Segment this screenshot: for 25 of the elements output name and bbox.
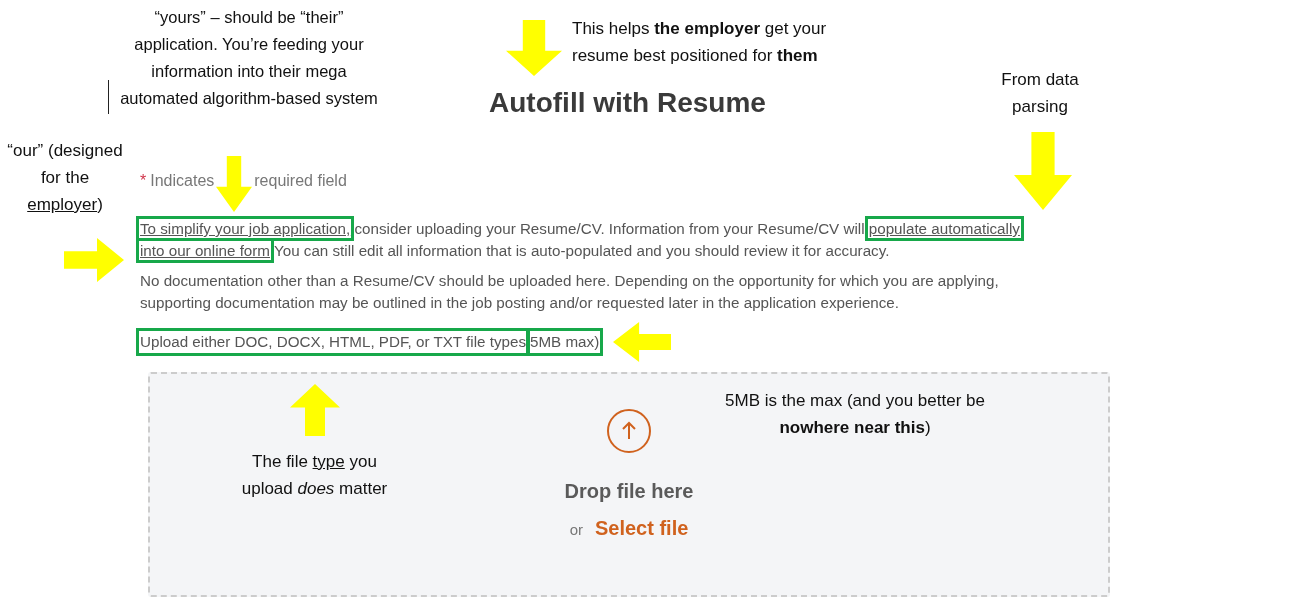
arrow-icon bbox=[290, 384, 340, 436]
divider-line bbox=[108, 80, 109, 114]
annotation-text: 5MB is the max (and you better be nowhere near this) bbox=[724, 390, 986, 439]
notice-text: No documentation other than a Resume/CV should be uploaded here. Depending on the opportunity for which you are applying, bbox=[140, 272, 1000, 290]
annotation-text: This helps the employer get your resume best positioned for them bbox=[572, 18, 828, 67]
or-text: or bbox=[569, 521, 583, 538]
annotation-text: “yours” – should be “their” application. You’re feeding your information into their mega automated algorithm-based system bbox=[119, 7, 379, 109]
required-note: Indicates bbox=[150, 172, 215, 190]
arrow-icon bbox=[613, 322, 672, 362]
drop-prompt: Drop file here bbox=[564, 480, 694, 503]
annotation-text: From data parsing bbox=[1000, 69, 1080, 118]
arrow-icon bbox=[1014, 132, 1072, 210]
arrow-icon bbox=[216, 156, 253, 212]
arrow-icon bbox=[64, 238, 124, 282]
page-title: Autofill with Resume bbox=[489, 86, 766, 120]
notice-text: supporting documentation may be outlined in the job posting and/or requested later in the application experience. bbox=[140, 294, 901, 312]
upload-icon bbox=[606, 408, 652, 454]
required-note: required field bbox=[254, 172, 347, 190]
required-mark: * bbox=[140, 172, 147, 190]
paragraph-text: You can still edit all information that is auto-populated and you should review it for accuracy. bbox=[272, 242, 890, 259]
arrow-icon bbox=[506, 20, 562, 76]
annotation-text: The file type you upload does matter bbox=[240, 451, 389, 500]
annotation-text: “our” (designed for the employer) bbox=[6, 140, 124, 216]
select-file-link[interactable]: Select file bbox=[594, 517, 689, 540]
paragraph-text: consider uploading your Resume/CV. Information from your Resume/CV will bbox=[353, 220, 866, 237]
